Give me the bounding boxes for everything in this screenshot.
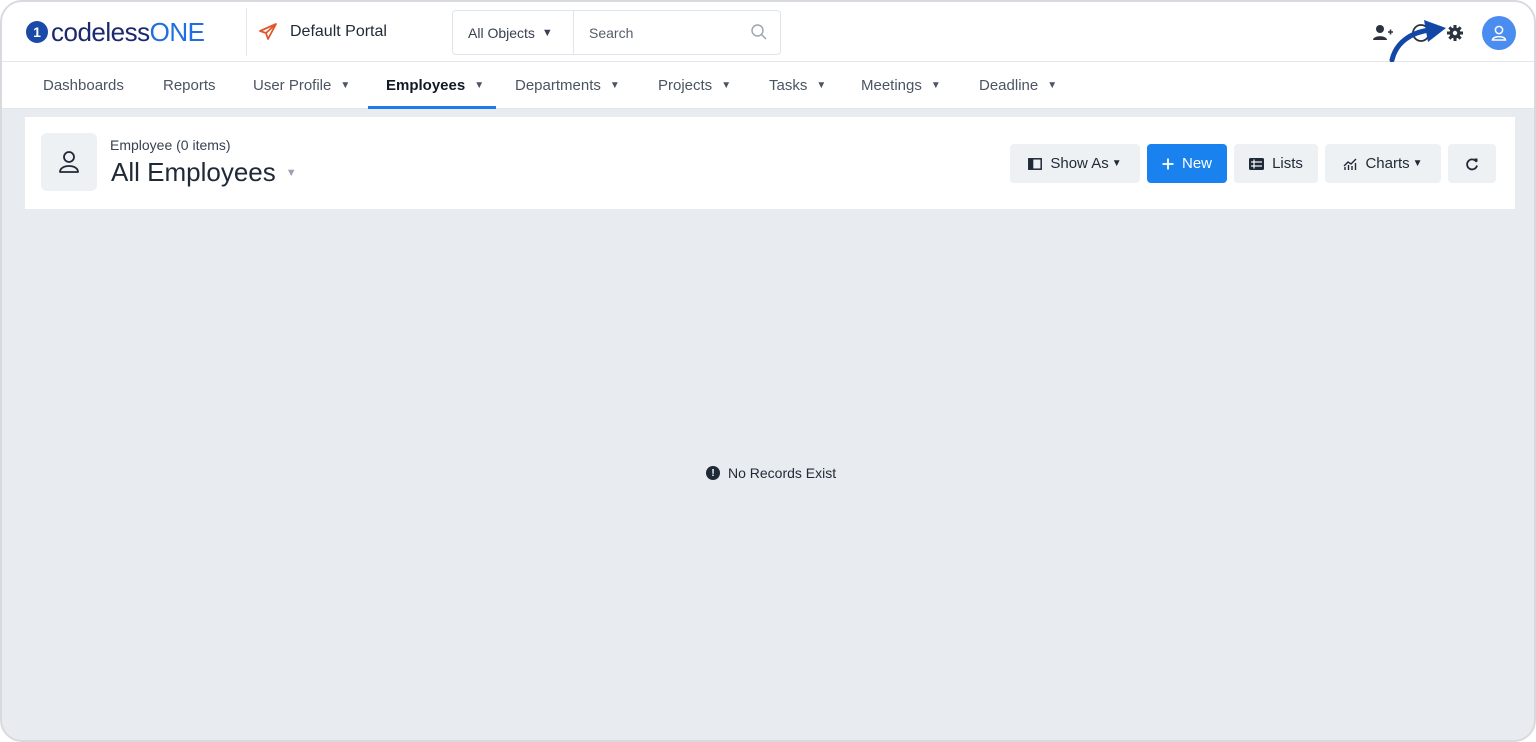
layout-icon xyxy=(1028,157,1043,170)
portal-switcher[interactable]: Default Portal xyxy=(258,20,387,44)
nav-item-label: Departments xyxy=(515,77,601,94)
nav-item-label: Meetings xyxy=(861,77,922,94)
list-view-selector[interactable]: All Employees ▼ xyxy=(111,157,297,188)
nav-item-user-profile[interactable]: User Profile ▼ xyxy=(253,62,350,109)
nav-item-departments[interactable]: Departments ▼ xyxy=(515,62,620,109)
plus-icon xyxy=(1162,158,1174,170)
chevron-down-icon: ▼ xyxy=(721,80,732,91)
brand-name-main: codeless xyxy=(51,16,150,47)
app-window: 1 codelessONE Default Portal All Objects… xyxy=(0,0,1536,742)
chart-icon xyxy=(1343,158,1357,170)
nav-item-label: User Profile xyxy=(253,77,332,94)
nav-item-label: Reports xyxy=(163,77,216,94)
object-select[interactable]: All Objects ▼ xyxy=(453,11,574,54)
nav-item-tasks[interactable]: Tasks ▼ xyxy=(769,62,826,109)
brand-logo[interactable]: 1 codelessONE xyxy=(26,16,205,48)
nav-item-label: Employees xyxy=(386,77,466,94)
refresh-icon xyxy=(1466,158,1478,170)
main-nav: Dashboards Reports User Profile ▼ Employ… xyxy=(2,62,1534,109)
page-title: All Employees xyxy=(111,157,276,187)
chevron-down-icon: ▼ xyxy=(474,80,485,91)
chevron-down-icon: ▼ xyxy=(541,26,553,39)
new-label: New xyxy=(1181,155,1212,172)
empty-state: ! No Records Exist xyxy=(706,465,836,481)
nav-item-deadline[interactable]: Deadline ▼ xyxy=(979,62,1057,109)
nav-item-reports[interactable]: Reports xyxy=(163,62,216,109)
lists-button[interactable]: Lists xyxy=(1234,144,1318,183)
chevron-down-icon: ▼ xyxy=(1047,80,1058,91)
search-icon[interactable] xyxy=(750,23,768,41)
new-button[interactable]: New xyxy=(1147,144,1227,183)
list-subtitle: Employee (0 items) xyxy=(110,137,231,153)
user-avatar[interactable] xyxy=(1482,16,1516,50)
chevron-down-icon: ▼ xyxy=(816,80,827,91)
chevron-down-icon: ▼ xyxy=(340,80,351,91)
object-select-value: All Objects xyxy=(468,24,535,41)
brand-name-accent: ONE xyxy=(149,16,205,47)
chevron-down-icon: ▼ xyxy=(1111,158,1122,169)
pointer-arrow-annotation xyxy=(1389,20,1446,62)
gear-icon[interactable] xyxy=(1444,22,1466,44)
brand-mark-icon: 1 xyxy=(26,21,48,43)
user-avatar-icon xyxy=(1491,25,1507,41)
nav-item-label: Deadline xyxy=(979,77,1039,94)
portal-label: Default Portal xyxy=(290,23,387,40)
nav-item-meetings[interactable]: Meetings ▼ xyxy=(861,62,941,109)
nav-item-label: Dashboards xyxy=(43,77,124,94)
brand-name: codelessONE xyxy=(51,16,205,48)
list-icon xyxy=(1249,157,1265,170)
chevron-down-icon: ▼ xyxy=(609,80,620,91)
nav-item-label: Projects xyxy=(658,77,713,94)
show-as-button[interactable]: Show As ▼ xyxy=(1010,144,1140,183)
alert-icon: ! xyxy=(706,466,720,480)
charts-button[interactable]: Charts ▼ xyxy=(1325,144,1441,183)
chevron-down-icon: ▼ xyxy=(930,80,941,91)
nav-item-dashboards[interactable]: Dashboards xyxy=(43,62,124,109)
refresh-button[interactable] xyxy=(1448,144,1496,183)
global-search: All Objects ▼ xyxy=(452,10,781,55)
nav-item-projects[interactable]: Projects ▼ xyxy=(658,62,731,109)
object-icon-box xyxy=(41,133,97,191)
chevron-down-icon: ▼ xyxy=(1412,158,1423,169)
list-header-card: Employee (0 items) All Employees ▼ Show … xyxy=(25,117,1515,209)
paper-plane-icon xyxy=(259,23,277,40)
lists-label: Lists xyxy=(1272,155,1303,172)
nav-item-label: Tasks xyxy=(769,77,808,94)
charts-label: Charts xyxy=(1365,155,1410,172)
chevron-down-icon: ▼ xyxy=(285,166,297,179)
user-icon xyxy=(59,151,79,173)
nav-item-employees[interactable]: Employees ▼ xyxy=(386,62,484,109)
empty-state-message: No Records Exist xyxy=(728,465,837,481)
divider xyxy=(246,8,247,56)
top-bar: 1 codelessONE Default Portal All Objects… xyxy=(2,2,1534,62)
show-as-label: Show As xyxy=(1050,155,1109,172)
active-tab-indicator xyxy=(368,106,496,109)
